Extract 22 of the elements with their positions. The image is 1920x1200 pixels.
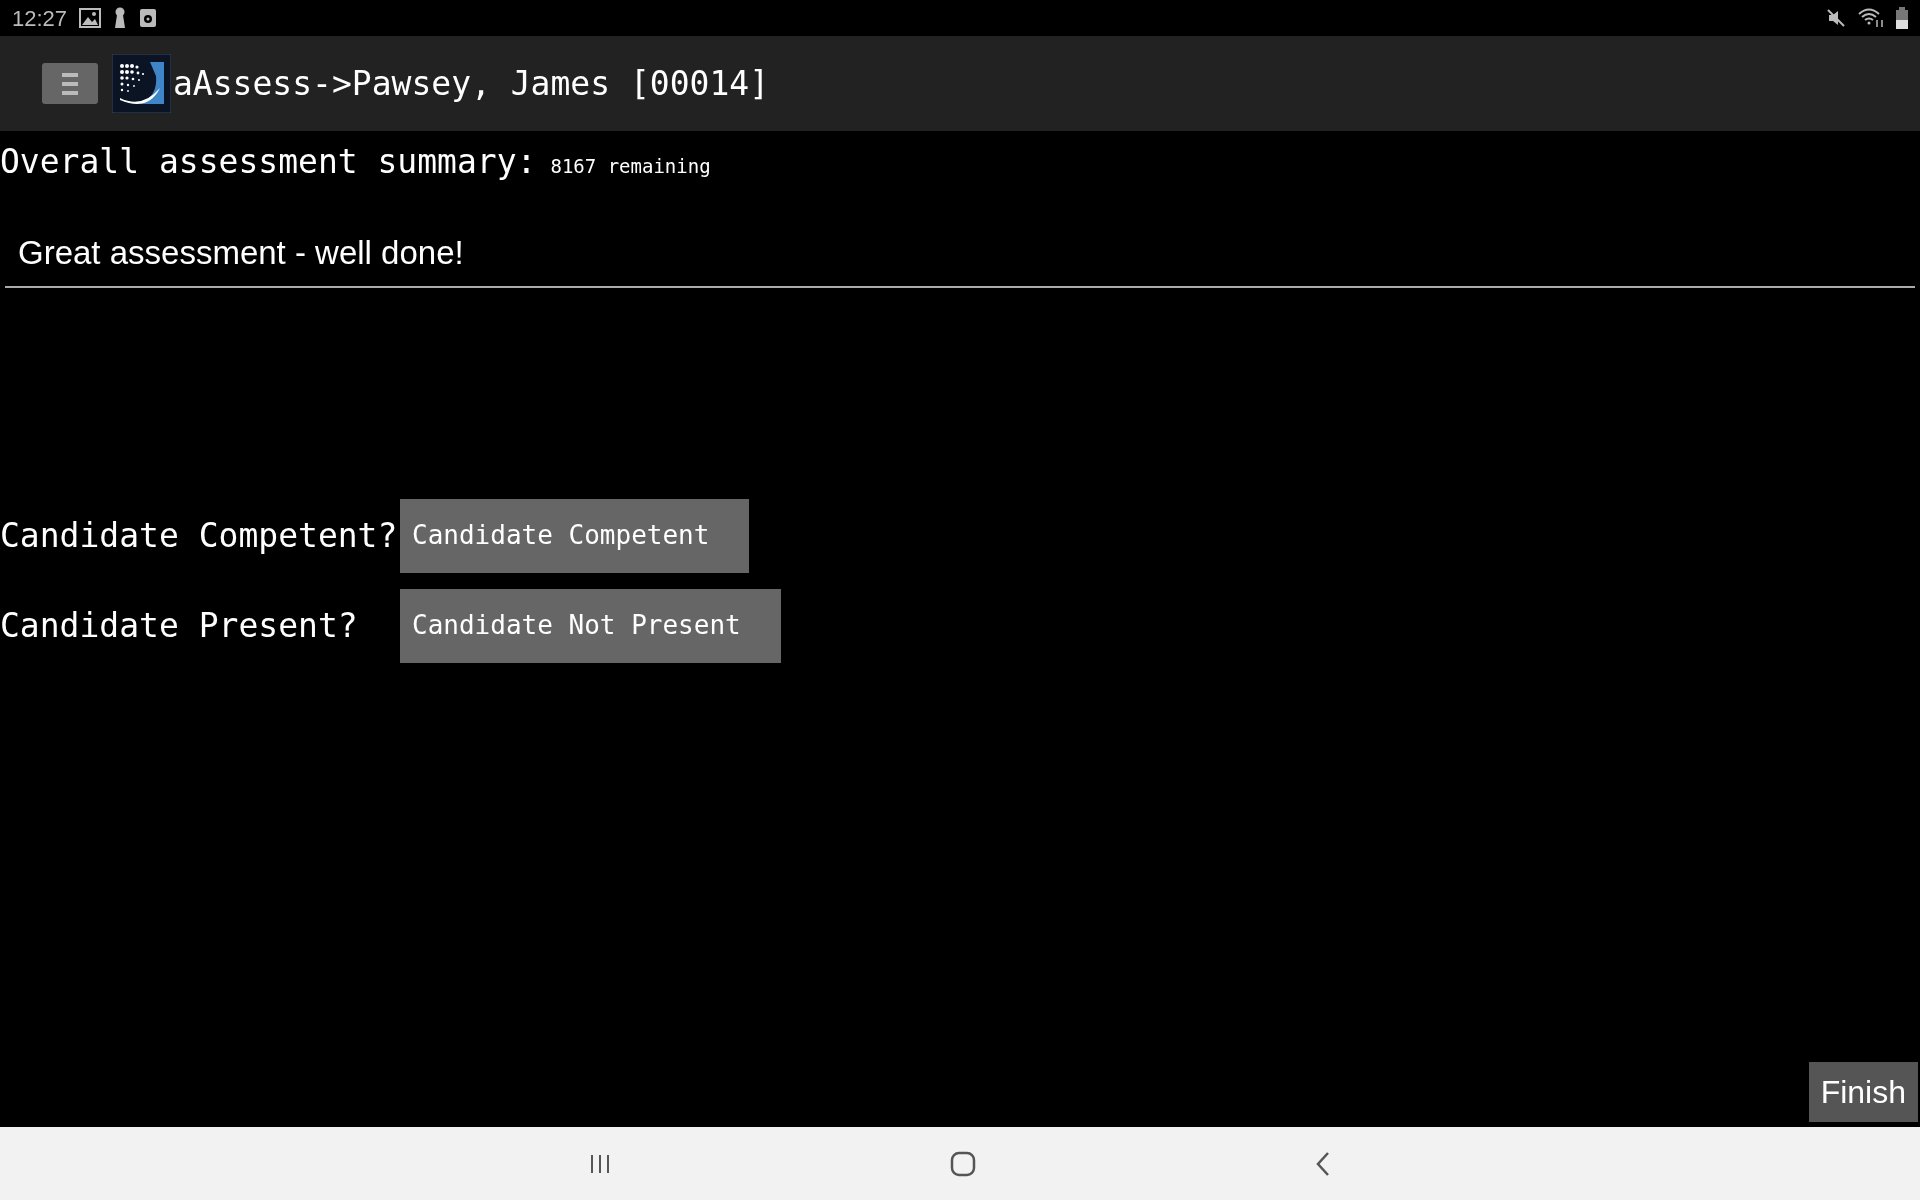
question-label: Candidate Competent? bbox=[0, 514, 399, 557]
app-logo-icon bbox=[112, 54, 171, 113]
recent-apps-icon[interactable] bbox=[589, 1152, 612, 1175]
back-icon[interactable] bbox=[1314, 1150, 1331, 1177]
menu-button[interactable] bbox=[42, 63, 98, 104]
summary-input-field[interactable]: Great assessment - well done! bbox=[5, 219, 1915, 288]
question-label: Candidate Present? bbox=[0, 604, 359, 647]
answer-toggle-button[interactable]: Candidate Competent bbox=[400, 498, 750, 573]
summary-label: Overall assessment summary: bbox=[0, 141, 537, 183]
keyhole-icon bbox=[113, 7, 128, 29]
menu-icon bbox=[62, 70, 78, 97]
image-icon bbox=[79, 8, 102, 28]
status-time: 12:27 bbox=[12, 4, 68, 33]
home-icon[interactable] bbox=[950, 1150, 976, 1177]
character-counter: 8167 remaining bbox=[550, 154, 711, 179]
mute-icon bbox=[1826, 8, 1846, 28]
finish-button[interactable]: Finish bbox=[1808, 1062, 1918, 1122]
battery-icon bbox=[1896, 7, 1908, 29]
clock-icon bbox=[139, 8, 158, 28]
app-title: aAssess->Pawsey, James [00014] bbox=[173, 62, 770, 105]
wifi-icon bbox=[1858, 8, 1884, 28]
answer-toggle-button[interactable]: Candidate Not Present bbox=[400, 588, 781, 663]
